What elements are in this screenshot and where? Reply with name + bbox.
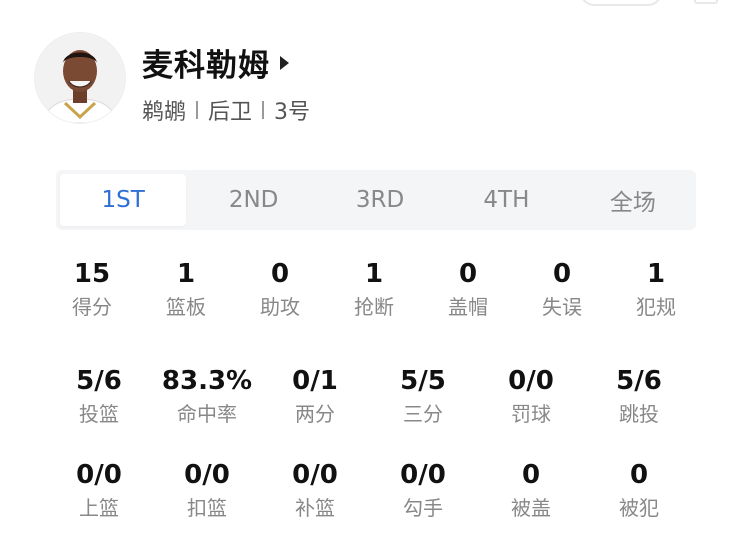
shot-type-stats-row: 0/0 上篮 0/0 扣篮 0/0 补篮 0/0 勾手 0 被盖 0 被犯	[45, 459, 705, 523]
stat-cell-jump-shots: 5/6 跳投	[585, 365, 693, 429]
stat-value: 15	[73, 259, 111, 289]
stat-label: 失误	[542, 295, 582, 319]
stat-label: 三分	[403, 402, 443, 426]
divider	[196, 101, 199, 119]
stat-value: 0/0	[184, 460, 230, 490]
player-meta: 鹈鹕 后卫 3号	[142, 94, 310, 126]
stat-value: 0	[629, 460, 649, 490]
top-icon-fragment[interactable]	[694, 0, 718, 4]
stat-label: 跳投	[619, 402, 659, 426]
tab-2nd[interactable]: 2ND	[190, 170, 316, 230]
stat-cell-tip-ins: 0/0 补篮	[261, 459, 369, 523]
stat-label: 投篮	[79, 402, 119, 426]
stat-value: 0	[458, 259, 478, 289]
triangle-right-icon[interactable]	[280, 55, 289, 70]
divider	[262, 101, 265, 119]
stat-label: 犯规	[636, 295, 676, 319]
tab-3rd[interactable]: 3RD	[317, 170, 443, 230]
stat-value: 1	[646, 259, 666, 289]
stat-label: 命中率	[177, 402, 237, 426]
stat-cell-points: 15 得分	[45, 258, 139, 322]
stat-value: 1	[364, 259, 384, 289]
stat-value: 5/6	[76, 366, 122, 396]
player-avatar[interactable]	[34, 32, 126, 124]
stat-cell-two-pointers: 0/1 两分	[261, 365, 369, 429]
stat-cell-rebounds: 1 篮板	[139, 258, 233, 322]
stat-value: 0	[521, 460, 541, 490]
stat-cell-steals: 1 抢断	[327, 258, 421, 322]
team-name[interactable]: 鹈鹕	[142, 94, 186, 126]
stat-cell-fouls: 1 犯规	[609, 258, 703, 322]
stat-value: 0	[270, 259, 290, 289]
stat-cell-field-goals: 5/6 投篮	[45, 365, 153, 429]
stat-cell-free-throws: 0/0 罚球	[477, 365, 585, 429]
stat-cell-assists: 0 助攻	[233, 258, 327, 322]
avatar-portrait-icon	[35, 33, 125, 123]
stat-cell-fg-percent: 83.3% 命中率	[153, 365, 261, 429]
player-position: 后卫	[208, 100, 253, 125]
stat-label: 盖帽	[448, 295, 488, 319]
player-name[interactable]: 麦科勒姆	[142, 40, 270, 85]
stat-cell-blocked: 0 被盖	[477, 459, 585, 523]
top-button-fragment[interactable]	[580, 0, 662, 6]
stat-cell-dunks: 0/0 扣篮	[153, 459, 261, 523]
stat-cell-fouled: 0 被犯	[585, 459, 693, 523]
quarter-tabs: 1ST 2ND 3RD 4TH 全场	[56, 170, 696, 230]
stat-cell-hook-shots: 0/0 勾手	[369, 459, 477, 523]
stat-label: 篮板	[166, 295, 206, 319]
stat-value: 0	[552, 259, 572, 289]
stat-value: 0/0	[400, 460, 446, 490]
stat-cell-blocks: 0 盖帽	[421, 258, 515, 322]
stat-label: 抢断	[354, 295, 394, 319]
stat-label: 补篮	[295, 496, 335, 520]
stat-label: 被犯	[619, 496, 659, 520]
stat-label: 勾手	[403, 496, 443, 520]
stat-label: 上篮	[79, 496, 119, 520]
stat-cell-three-pointers: 5/5 三分	[369, 365, 477, 429]
stat-cell-layups: 0/0 上篮	[45, 459, 153, 523]
player-header: 麦科勒姆 鹈鹕 后卫 3号	[34, 32, 724, 132]
stat-value: 5/5	[400, 366, 446, 396]
stat-value: 0/0	[76, 460, 122, 490]
tab-1st[interactable]: 1ST	[60, 174, 187, 226]
tab-4th[interactable]: 4TH	[443, 170, 569, 230]
jersey-number: 3号	[274, 100, 311, 125]
tab-full-game[interactable]: 全场	[570, 170, 696, 230]
basic-stats-row: 15 得分 1 篮板 0 助攻 1 抢断 0 盖帽 0 失误 1 犯规	[45, 258, 705, 322]
stat-value: 0/0	[508, 366, 554, 396]
stat-label: 助攻	[260, 295, 300, 319]
stat-value: 1	[176, 259, 196, 289]
stat-label: 两分	[295, 402, 335, 426]
stat-value: 0/1	[292, 366, 338, 396]
stat-label: 得分	[72, 295, 112, 319]
stat-label: 被盖	[511, 496, 551, 520]
stat-value: 0/0	[292, 460, 338, 490]
stat-value: 5/6	[616, 366, 662, 396]
stat-value: 83.3%	[161, 366, 253, 396]
shooting-stats-row: 5/6 投篮 83.3% 命中率 0/1 两分 5/5 三分 0/0 罚球 5/…	[45, 365, 705, 429]
stat-label: 罚球	[511, 402, 551, 426]
stat-cell-turnovers: 0 失误	[515, 258, 609, 322]
stat-label: 扣篮	[187, 496, 227, 520]
